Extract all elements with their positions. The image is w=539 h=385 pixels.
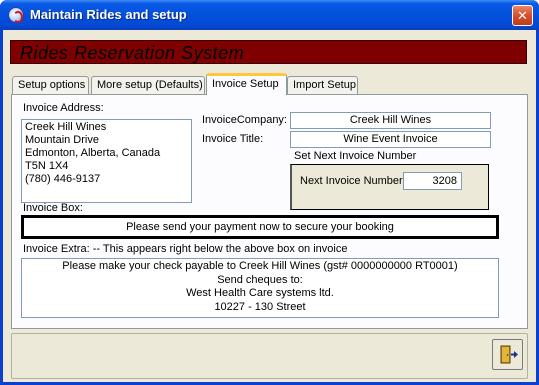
next-invoice-number-label: Next Invoice Number [300, 175, 403, 187]
invoice-box-field[interactable]: Please send your payment now to secure y… [21, 215, 499, 239]
invoice-title-label: Invoice Title: [202, 133, 264, 145]
invoice-extra-label: Invoice Extra: -- This appears right bel… [23, 243, 348, 255]
app-icon [8, 7, 24, 23]
extra-line: West Health Care systems ltd. [186, 287, 334, 299]
exit-door-icon [500, 345, 518, 364]
close-icon: ✕ [517, 8, 528, 23]
invoice-setup-panel: Invoice Address: Creek Hill Wines Mounta… [11, 94, 528, 329]
next-invoice-group-label: Set Next Invoice Number [294, 150, 417, 162]
invoice-box-label: Invoice Box: [23, 202, 83, 214]
address-line: (780) 446-9137 [25, 173, 101, 185]
tab-invoice-setup[interactable]: Invoice Setup [206, 73, 287, 95]
invoice-extra-textarea[interactable]: Please make your check payable to Creek … [21, 258, 499, 318]
invoice-title-field[interactable]: Wine Event Invoice [290, 131, 491, 148]
app-window: Maintain Rides and setup ✕ Rides Reserva… [0, 0, 539, 385]
extra-line: Send cheques to: [217, 273, 303, 286]
window-title: Maintain Rides and setup [30, 7, 187, 22]
address-line: Mountain Drive [25, 134, 99, 146]
invoice-address-label: Invoice Address: [23, 102, 104, 114]
title-bar[interactable]: Maintain Rides and setup ✕ [0, 0, 539, 30]
tab-more-setup-defaults[interactable]: More setup (Defaults) [91, 76, 205, 94]
close-button[interactable]: ✕ [512, 5, 533, 26]
app-banner: Rides Reservation System [10, 40, 527, 64]
tab-setup-options[interactable]: Setup options [12, 76, 89, 94]
invoice-company-label: InvoiceCompany: [202, 114, 287, 126]
extra-line: Please make your check payable to Creek … [62, 260, 458, 272]
next-invoice-group: Next Invoice Number 3208 [290, 164, 489, 210]
extra-line: 10227 - 130 Street [214, 300, 306, 313]
dialog-client-area: Rides Reservation System Setup options M… [3, 30, 536, 382]
invoice-address-textarea[interactable]: Creek Hill Wines Mountain Drive Edmonton… [21, 119, 192, 203]
next-invoice-number-input[interactable]: 3208 [403, 172, 462, 190]
address-line: T5N 1X4 [25, 160, 69, 172]
tab-import-setup[interactable]: Import Setup [287, 76, 358, 94]
address-line: Creek Hill Wines [25, 121, 107, 133]
address-line: Edmonton, Alberta, Canada [25, 147, 161, 159]
bottom-button-bar [11, 333, 528, 379]
exit-button[interactable] [492, 339, 523, 370]
invoice-company-field[interactable]: Creek Hill Wines [290, 112, 491, 129]
banner-title: Rides Reservation System [20, 43, 245, 63]
